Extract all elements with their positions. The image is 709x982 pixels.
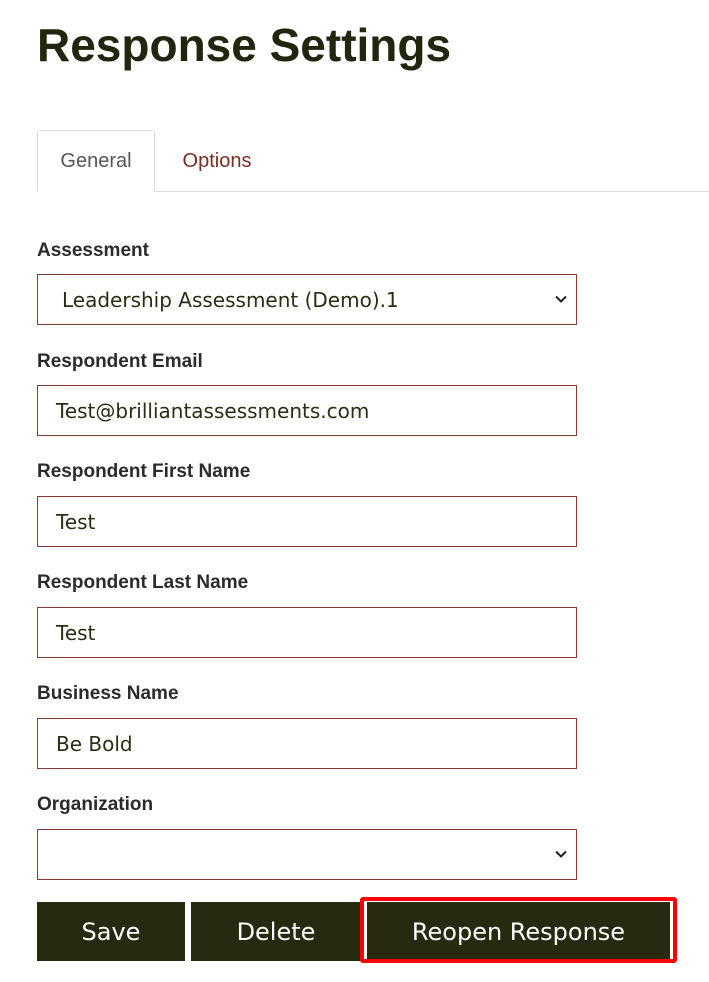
assessment-label: Assessment: [37, 240, 149, 261]
respondent-email-label: Respondent Email: [37, 351, 203, 372]
assessment-select-value: Leadership Assessment (Demo).1: [62, 287, 399, 312]
respondent-last-name-label: Respondent Last Name: [37, 572, 249, 593]
tab-bar: General Options: [37, 130, 709, 192]
respondent-email-value: Test@brilliantassessments.com: [56, 398, 370, 423]
respondent-last-name-field[interactable]: Test: [37, 607, 577, 658]
tab-options[interactable]: Options: [171, 130, 263, 192]
business-name-label: Business Name: [37, 683, 179, 704]
chevron-down-icon: [555, 295, 567, 303]
respondent-first-name-value: Test: [56, 509, 96, 534]
delete-button[interactable]: Delete: [191, 902, 361, 961]
respondent-first-name-label: Respondent First Name: [37, 461, 251, 482]
organization-label: Organization: [37, 794, 154, 815]
reopen-response-button[interactable]: Reopen Response: [367, 902, 670, 961]
respondent-first-name-field[interactable]: Test: [37, 496, 577, 547]
tab-general[interactable]: General: [37, 130, 155, 192]
assessment-select[interactable]: Leadership Assessment (Demo).1: [37, 274, 577, 325]
business-name-field[interactable]: Be Bold: [37, 718, 577, 769]
chevron-down-icon: [555, 850, 567, 858]
respondent-last-name-value: Test: [56, 620, 96, 645]
save-button[interactable]: Save: [37, 902, 185, 961]
business-name-value: Be Bold: [56, 731, 133, 756]
organization-select[interactable]: [37, 829, 577, 880]
page-title: Response Settings: [37, 19, 452, 71]
respondent-email-field[interactable]: Test@brilliantassessments.com: [37, 385, 577, 436]
